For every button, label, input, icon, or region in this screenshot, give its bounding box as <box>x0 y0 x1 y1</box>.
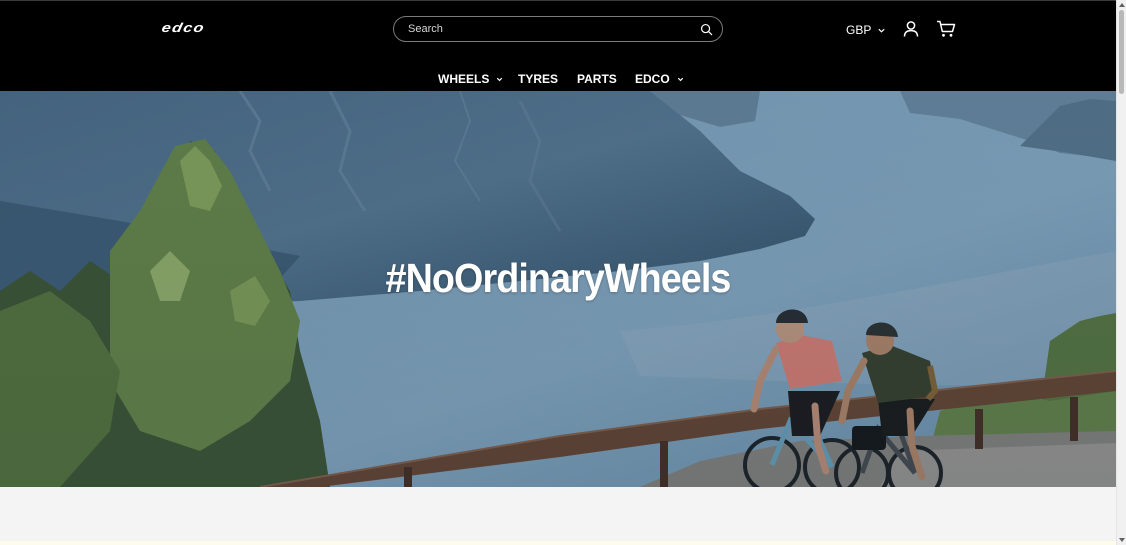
search-input[interactable] <box>408 21 678 37</box>
nav-item-parts[interactable]: PARTS <box>577 72 617 86</box>
hero-headline: #NoOrdinaryWheels <box>385 255 732 301</box>
content-section <box>0 487 1116 545</box>
page: edco GBP WHEELS <box>0 0 1126 545</box>
currency-selector[interactable]: GBP <box>846 23 886 37</box>
search-icon[interactable] <box>700 23 713 36</box>
nav-item-label: PARTS <box>577 72 617 86</box>
search-bar[interactable] <box>393 16 723 42</box>
notice-strip <box>0 541 1116 545</box>
site-logo[interactable]: edco <box>160 20 206 35</box>
main-nav: WHEELS TYRES PARTS EDCO <box>0 72 1116 88</box>
site-header: edco GBP WHEELS <box>0 0 1116 91</box>
scroll-up-arrow-icon[interactable] <box>1118 1 1126 9</box>
vertical-scrollbar[interactable] <box>1116 0 1126 545</box>
chevron-down-icon <box>878 28 885 33</box>
hero-banner[interactable]: #NoOrdinaryWheels <box>0 91 1116 487</box>
nav-item-edco[interactable]: EDCO <box>635 72 685 86</box>
nav-item-label: EDCO <box>635 72 670 86</box>
scrollbar-thumb[interactable] <box>1119 10 1124 94</box>
scroll-down-arrow-icon[interactable] <box>1118 536 1126 544</box>
nav-item-label: WHEELS <box>438 72 490 86</box>
user-icon[interactable] <box>902 20 920 38</box>
chevron-down-icon <box>497 77 503 81</box>
chevron-down-icon <box>677 77 683 81</box>
nav-item-tyres[interactable]: TYRES <box>518 72 558 86</box>
cart-icon[interactable] <box>936 20 956 38</box>
currency-label: GBP <box>846 23 872 37</box>
nav-item-wheels[interactable]: WHEELS <box>438 72 504 86</box>
nav-item-label: TYRES <box>518 72 559 86</box>
